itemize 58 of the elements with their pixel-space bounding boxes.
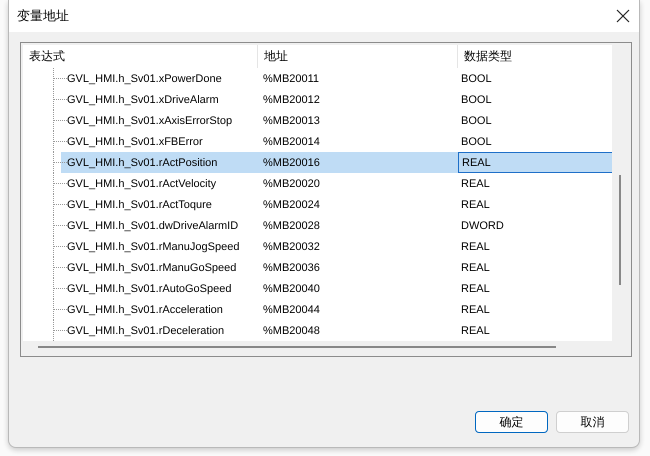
data-type-cell[interactable]: REAL xyxy=(458,257,612,278)
data-type-cell[interactable]: REAL xyxy=(458,299,612,320)
tree-line-icon xyxy=(53,131,67,152)
tree-line-icon xyxy=(53,236,67,257)
tree-line-icon xyxy=(53,89,67,110)
cancel-button[interactable]: 取消 xyxy=(556,411,629,433)
close-icon[interactable] xyxy=(615,8,631,24)
address-cell[interactable]: %MB20048 xyxy=(258,320,458,341)
address-cell[interactable]: %MB20044 xyxy=(258,299,458,320)
data-type-cell[interactable]: BOOL xyxy=(458,131,612,152)
address-cell[interactable]: %MB20014 xyxy=(258,131,458,152)
data-type-cell[interactable]: REAL xyxy=(458,320,612,341)
tree-line-icon xyxy=(53,320,67,341)
tree-line-icon xyxy=(53,299,67,320)
data-type-cell[interactable]: REAL xyxy=(458,173,612,194)
address-cell[interactable]: %MB20020 xyxy=(258,173,458,194)
tree-line-icon xyxy=(53,278,67,299)
tree-line-icon xyxy=(53,194,67,215)
data-type-cell[interactable]: REAL xyxy=(458,152,612,173)
variable-name[interactable]: GVL_HMI.h_Sv01.xAxisErrorStop xyxy=(61,110,258,131)
address-cell[interactable]: %MB20032 xyxy=(258,236,458,257)
data-type-cell[interactable]: REAL xyxy=(458,236,612,257)
data-type-cell[interactable]: BOOL xyxy=(458,89,612,110)
variable-name[interactable]: GVL_HMI.h_Sv01.rActToqure xyxy=(61,194,258,215)
address-cell[interactable]: %MB20011 xyxy=(258,68,458,89)
data-type-cell[interactable]: BOOL xyxy=(458,110,612,131)
tree-line-icon xyxy=(53,110,67,131)
variable-name[interactable]: GVL_HMI.h_Sv01.rManuJogSpeed xyxy=(61,236,258,257)
variable-name[interactable]: GVL_HMI.h_Sv01.rActPosition xyxy=(61,152,258,173)
tree-line-icon xyxy=(53,215,67,236)
variable-name[interactable]: GVL_HMI.h_Sv01.xPowerDone xyxy=(61,68,258,89)
tree-line-icon xyxy=(53,68,67,89)
data-type-cell[interactable]: REAL xyxy=(458,194,612,215)
tree-line-icon xyxy=(53,152,67,173)
variable-name[interactable]: GVL_HMI.h_Sv01.rDeceleration xyxy=(61,320,258,341)
address-cell[interactable]: %MB20013 xyxy=(258,110,458,131)
variable-name[interactable]: GVL_HMI.h_Sv01.dwDriveAlarmID xyxy=(61,215,258,236)
data-type-cell[interactable]: REAL xyxy=(458,278,612,299)
column-header[interactable]: 表达式 xyxy=(23,45,258,68)
tree-line-icon xyxy=(53,257,67,278)
address-cell[interactable]: %MB20012 xyxy=(258,89,458,110)
variable-name[interactable]: GVL_HMI.h_Sv01.rActVelocity xyxy=(61,173,258,194)
address-cell[interactable]: %MB20028 xyxy=(258,215,458,236)
address-cell[interactable]: %MB20036 xyxy=(258,257,458,278)
tree-line-icon xyxy=(53,173,67,194)
variable-name[interactable]: GVL_HMI.h_Sv01.xFBError xyxy=(61,131,258,152)
variable-name[interactable]: GVL_HMI.h_Sv01.rManuGoSpeed xyxy=(61,257,258,278)
address-cell[interactable]: %MB20040 xyxy=(258,278,458,299)
variable-name[interactable]: GVL_HMI.h_Sv01.rAcceleration xyxy=(61,299,258,320)
data-type-cell[interactable]: BOOL xyxy=(458,68,612,89)
ok-button[interactable]: 确定 xyxy=(475,411,548,433)
address-cell[interactable]: %MB20024 xyxy=(258,194,458,215)
variable-name[interactable]: GVL_HMI.h_Sv01.xDriveAlarm xyxy=(61,89,258,110)
window-title: 变量地址 xyxy=(17,8,69,25)
variable-name[interactable]: GVL_HMI.h_Sv01.rAutoGoSpeed xyxy=(61,278,258,299)
data-type-cell[interactable]: DWORD xyxy=(458,215,612,236)
column-header[interactable]: 地址 xyxy=(258,45,458,68)
address-cell[interactable]: %MB20016 xyxy=(258,152,458,173)
